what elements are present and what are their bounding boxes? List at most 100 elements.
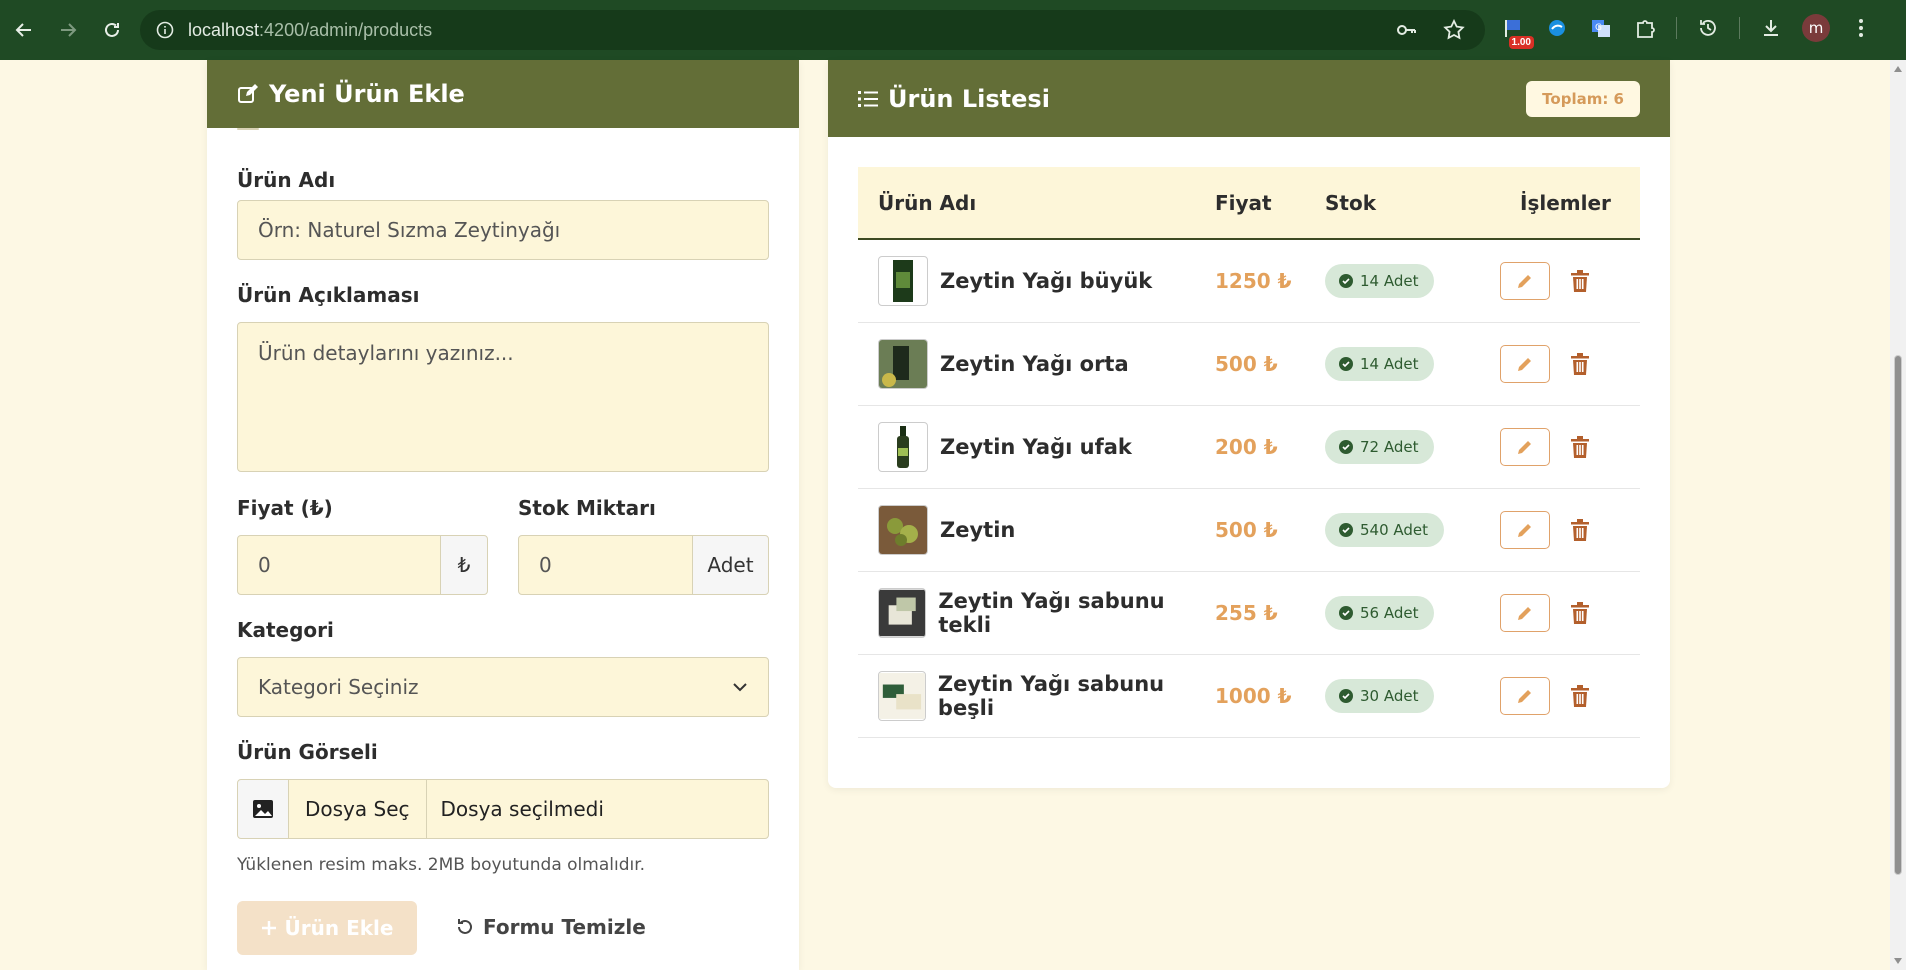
delete-button[interactable] (1568, 349, 1592, 379)
bookmark-star-icon[interactable] (1441, 17, 1467, 43)
trash-icon (1571, 436, 1589, 458)
product-cell: Zeytin Yağı ufak (858, 422, 1215, 472)
edit-button[interactable] (1500, 594, 1550, 632)
reset-form-label: Formu Temizle (483, 915, 646, 939)
image-icon (253, 800, 273, 818)
price-label: Fiyat (₺) (237, 496, 333, 520)
add-product-form: Yeni Ürün Ekle Ürün Adı Örn: Naturel Sız… (207, 60, 799, 970)
description-label: Ürün Açıklaması (237, 283, 420, 307)
site-info-icon[interactable] (156, 21, 174, 39)
stock-label: Stok Miktarı (518, 496, 656, 520)
product-name-input[interactable]: Örn: Naturel Sızma Zeytinyağı (237, 200, 769, 260)
table-row: Zeytin Yağı ufak 200 ₺ 72 Adet (858, 406, 1640, 489)
check-circle-icon (1339, 357, 1353, 371)
reload-button[interactable] (90, 8, 134, 52)
column-header-price: Fiyat (1215, 190, 1272, 215)
extensions-puzzle-icon[interactable] (1632, 15, 1658, 41)
product-price: 1250 ₺ (1215, 269, 1292, 293)
stock-value: 56 Adet (1360, 604, 1419, 622)
edit-button[interactable] (1500, 677, 1550, 715)
edit-button[interactable] (1500, 511, 1550, 549)
stock-value: 14 Adet (1360, 272, 1419, 290)
trash-icon (1571, 602, 1589, 624)
profile-avatar[interactable]: m (1802, 14, 1830, 42)
url-text: localhost:4200/admin/products (188, 20, 432, 41)
product-list-card: Ürün Listesi Toplam: 6 Ürün Adı Fiyat St… (828, 60, 1670, 788)
add-product-button[interactable]: Ürün Ekle (237, 901, 417, 955)
reset-form-button[interactable]: Formu Temizle (455, 915, 646, 939)
product-cell: Zeytin Yağı orta (858, 339, 1215, 389)
trash-icon (1571, 685, 1589, 707)
browser-menu-icon[interactable] (1848, 15, 1874, 41)
scroll-down-arrow[interactable] (1894, 958, 1902, 964)
table-row: Zeytin Yağı sabunu beşli 1000 ₺ 30 Adet (858, 655, 1640, 738)
pencil-icon (1518, 607, 1531, 620)
table-row: Zeytin 500 ₺ 540 Adet (858, 489, 1640, 572)
extension-flag-icon[interactable]: 1.00 (1500, 15, 1534, 49)
product-thumbnail (878, 422, 928, 472)
product-thumbnail (878, 671, 926, 721)
address-bar[interactable]: localhost:4200/admin/products (140, 10, 1485, 50)
edit-button[interactable] (1500, 428, 1550, 466)
scrollbar-thumb[interactable] (1894, 355, 1902, 875)
check-circle-icon (1339, 689, 1353, 703)
delete-button[interactable] (1568, 598, 1592, 628)
product-cell: Zeytin Yağı sabunu tekli (858, 588, 1215, 638)
product-name-label: Ürün Adı (237, 168, 336, 192)
extension-badge: 1.00 (1508, 36, 1534, 49)
product-thumbnail (878, 256, 928, 306)
stock-badge: 30 Adet (1325, 679, 1435, 713)
edit-button[interactable] (1500, 345, 1550, 383)
list-title: Ürün Listesi (888, 84, 1050, 113)
scroll-up-arrow[interactable] (1894, 66, 1902, 72)
forward-arrow-icon (61, 23, 77, 37)
product-cell: Zeytin Yağı büyük (858, 256, 1215, 306)
reload-icon (105, 22, 119, 37)
toolbar-separator (1739, 17, 1740, 39)
product-table: Ürün Adı Fiyat Stok İşlemler Zeytin Yağı… (858, 167, 1640, 738)
extension-shield-icon[interactable] (1544, 15, 1570, 41)
table-row: Zeytin Yağı sabunu tekli 255 ₺ 56 Adet (858, 572, 1640, 655)
stock-badge: 540 Adet (1325, 513, 1445, 547)
password-key-icon[interactable] (1393, 17, 1419, 43)
product-thumbnail (878, 588, 927, 638)
stock-badge: 14 Adet (1325, 264, 1435, 298)
product-price: 1000 ₺ (1215, 684, 1292, 708)
description-textarea[interactable]: Ürün detaylarını yazınız... (237, 322, 769, 472)
toolbar-separator (1676, 17, 1677, 39)
translate-extension-icon[interactable]: G (1588, 15, 1614, 41)
list-header: Ürün Listesi Toplam: 6 (828, 60, 1670, 137)
category-select[interactable]: Kategori Seçiniz (237, 657, 769, 717)
page-scrollbar[interactable] (1890, 60, 1906, 970)
file-status: Dosya seçilmedi (440, 797, 604, 821)
trash-icon (1571, 519, 1589, 541)
form-header: Yeni Ürün Ekle (207, 60, 799, 128)
stock-badge: 56 Adet (1325, 596, 1435, 630)
delete-button[interactable] (1568, 266, 1592, 296)
stock-value: 72 Adet (1360, 438, 1419, 456)
check-circle-icon (1339, 440, 1353, 454)
edit-button[interactable] (1500, 262, 1550, 300)
svg-text:G: G (1595, 23, 1602, 33)
product-price: 500 ₺ (1215, 518, 1278, 542)
choose-file-button[interactable]: Dosya Seç (289, 780, 427, 838)
file-input[interactable]: Dosya Seç Dosya seçilmedi (288, 779, 769, 839)
plus-icon (261, 921, 276, 935)
forward-button[interactable] (46, 8, 90, 52)
stock-value: 540 Adet (1360, 521, 1429, 539)
download-icon[interactable] (1758, 15, 1784, 41)
stock-input[interactable]: 0 (518, 535, 693, 595)
back-button[interactable] (2, 8, 46, 52)
delete-button[interactable] (1568, 515, 1592, 545)
pencil-icon (1518, 524, 1531, 537)
delete-button[interactable] (1568, 681, 1592, 711)
browser-toolbar: localhost:4200/admin/products 1.00 G m (0, 0, 1906, 60)
extensions-area: 1.00 G m (1500, 14, 1874, 49)
price-input[interactable]: 0 (237, 535, 441, 595)
undo-icon (458, 919, 472, 934)
delete-button[interactable] (1568, 432, 1592, 462)
form-title: Yeni Ürün Ekle (269, 80, 465, 108)
trash-icon (1571, 270, 1589, 292)
product-cell: Zeytin Yağı sabunu beşli (858, 671, 1215, 721)
history-icon[interactable] (1695, 15, 1721, 41)
